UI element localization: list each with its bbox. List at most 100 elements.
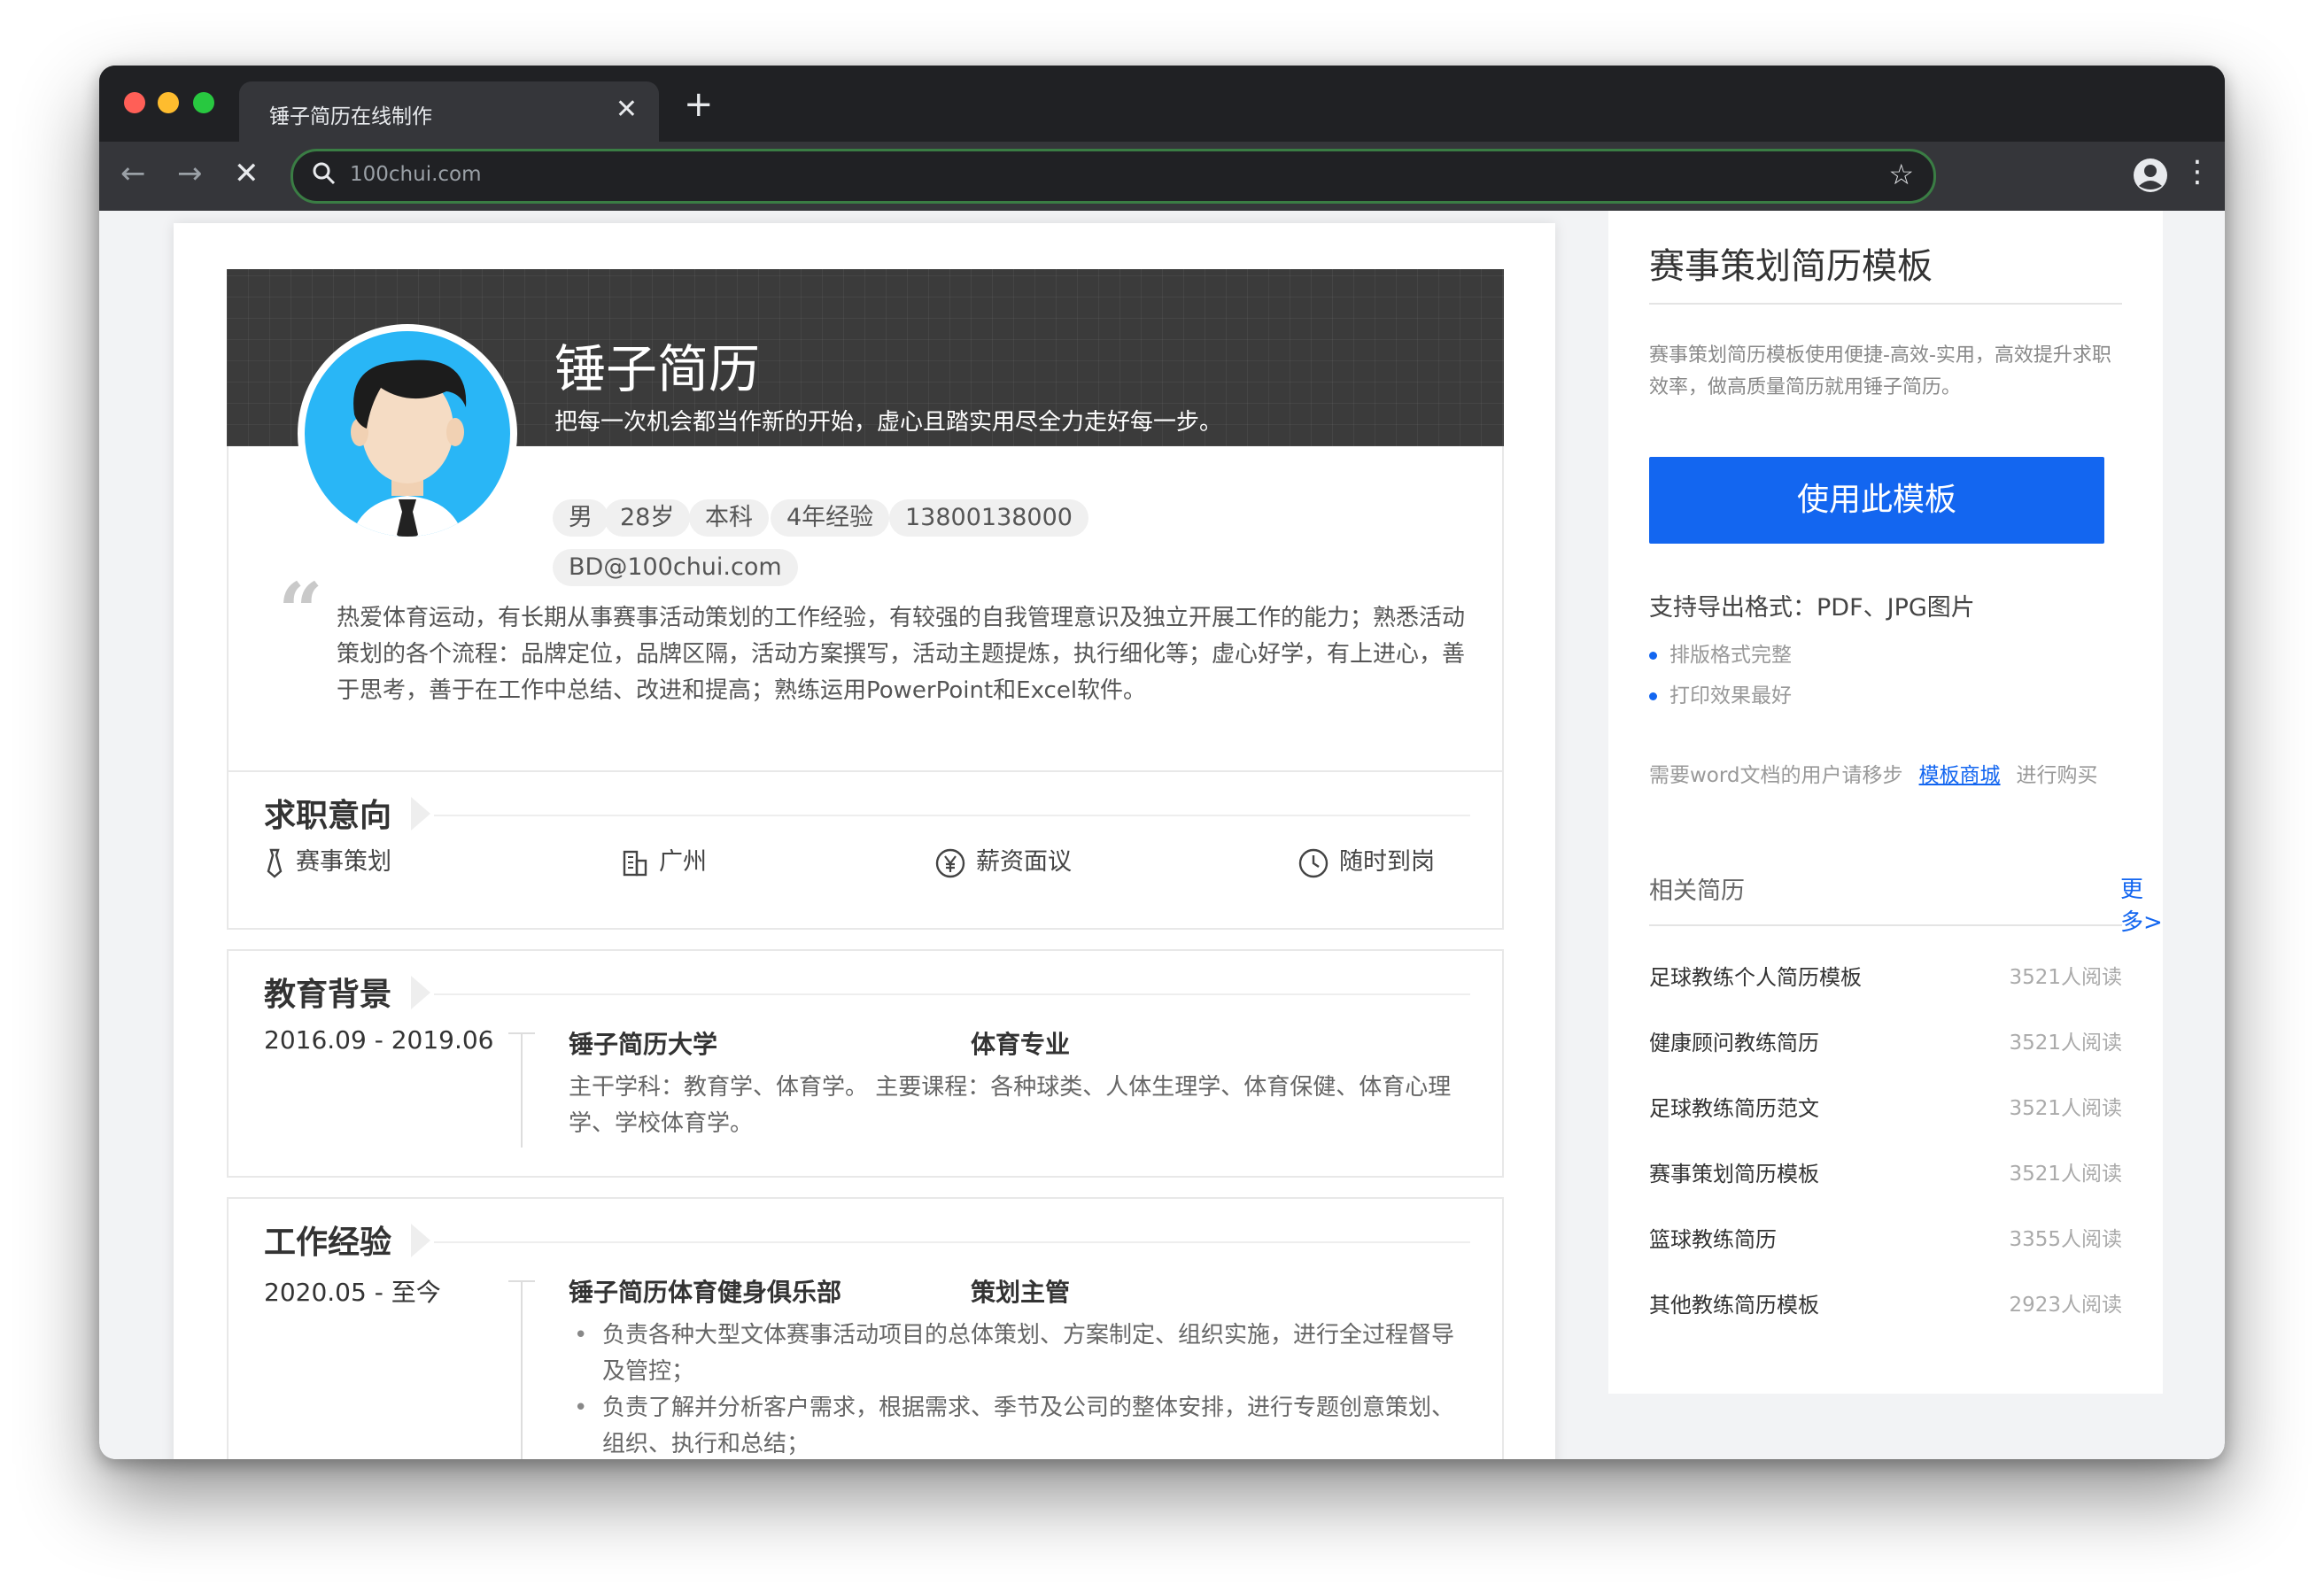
template-mall-link[interactable]: 模板商城 xyxy=(1919,764,2001,787)
minimize-window-button[interactable] xyxy=(158,92,179,113)
related-item[interactable]: 其他教练简历模板 2923人阅读 xyxy=(1649,1287,2122,1323)
related-item-name[interactable]: 健康顾问教练简历 xyxy=(1649,1025,1819,1056)
related-item-reads: 3521人阅读 xyxy=(2009,1097,2122,1120)
tag-phone: 13800138000 xyxy=(889,499,1088,537)
feature-item: 打印效果最好 xyxy=(1649,678,1792,708)
related-item-reads: 3355人阅读 xyxy=(2009,1228,2122,1251)
intent-position-label: 赛事策划 xyxy=(296,848,391,876)
education-dates: 2016.09 - 2019.06 xyxy=(264,1025,494,1055)
section-work: 工作经验 2020.05 - 至今 锤子简历体育健身俱乐部 策划主管 负责各种大… xyxy=(227,1197,1504,1459)
tag-experience: 4年经验 xyxy=(771,499,890,537)
section-title: 工作经验 xyxy=(264,1225,392,1261)
more-link[interactable]: 更多> xyxy=(2120,871,2163,937)
browser-toolbar: ← → ✕ 100chui.com ☆ ⋮ xyxy=(99,142,2225,211)
building-icon xyxy=(623,850,647,876)
timeline-line xyxy=(521,1032,523,1148)
page-viewport: 锤子简历 把每一次机会都当作新的开始，虚心且踏实用尽全力走好每一步。 男 28岁… xyxy=(99,211,2225,1459)
feature-label: 排版格式完整 xyxy=(1669,644,1792,667)
sidebar-divider xyxy=(1649,303,2122,305)
intent-city-label: 广州 xyxy=(659,848,707,876)
browser-tab[interactable]: 锤子简历在线制作 ✕ xyxy=(239,81,659,142)
feature-item: 排版格式完整 xyxy=(1649,638,1792,668)
template-sidebar: 赛事策划简历模板 赛事策划简历模板使用便捷-高效-实用，高效提升求职效率，做高质… xyxy=(1608,211,2163,1394)
feature-label: 打印效果最好 xyxy=(1669,684,1792,707)
tab-close-icon[interactable]: ✕ xyxy=(616,95,638,125)
tag-age: 28岁 xyxy=(604,499,691,537)
related-item[interactable]: 足球教练个人简历模板 3521人阅读 xyxy=(1649,960,2122,995)
resume-motto: 把每一次机会都当作新的开始，虚心且踏实用尽全力走好每一步。 xyxy=(554,409,1223,436)
timeline-tick xyxy=(508,1280,535,1282)
bookmark-star-icon[interactable]: ☆ xyxy=(1888,157,1914,192)
related-item-name[interactable]: 篮球教练简历 xyxy=(1649,1222,1777,1253)
bullet-dot-icon xyxy=(1649,652,1657,660)
word-note-suffix: 进行购买 xyxy=(2016,764,2098,787)
intent-salary-label: 薪资面议 xyxy=(976,848,1072,876)
related-item[interactable]: 赛事策划简历模板 3521人阅读 xyxy=(1649,1156,2122,1192)
clock-icon xyxy=(1298,848,1329,877)
related-item-reads: 3521人阅读 xyxy=(2009,966,2122,989)
yen-icon xyxy=(935,848,965,877)
intent-availability-label: 随时到岗 xyxy=(1339,848,1435,876)
work-bullet: 负责各种大型文体赛事活动项目的总体策划、方案制定、组织实施，进行全过程督导及管控… xyxy=(569,1318,1472,1390)
work-dates: 2020.05 - 至今 xyxy=(264,1278,441,1307)
tab-strip: 锤子简历在线制作 ✕ + xyxy=(99,66,2225,142)
related-item[interactable]: 健康顾问教练简历 3521人阅读 xyxy=(1649,1025,2122,1061)
browser-menu-icon[interactable]: ⋮ xyxy=(2182,154,2212,189)
tag-email: BD@100chui.com xyxy=(553,549,798,586)
work-company: 锤子简历体育健身俱乐部 xyxy=(569,1278,842,1307)
related-item-name[interactable]: 其他教练简历模板 xyxy=(1649,1287,1819,1318)
tag-degree: 本科 xyxy=(689,499,769,537)
browser-window: 锤子简历在线制作 ✕ + ← → ✕ 100chui.com ☆ ⋮ 锤子简历 … xyxy=(99,66,2225,1459)
related-item-reads: 3521人阅读 xyxy=(2009,1032,2122,1055)
export-formats: 支持导出格式：PDF、JPG图片 xyxy=(1649,594,1975,622)
section-divider xyxy=(434,1241,1470,1243)
template-title: 赛事策划简历模板 xyxy=(1649,246,1933,287)
word-doc-note: 需要word文档的用户请移步 模板商城 进行购买 xyxy=(1649,758,2098,788)
timeline-tick xyxy=(508,1032,535,1034)
tie-icon xyxy=(267,848,283,878)
related-item-reads: 3521人阅读 xyxy=(2009,1163,2122,1186)
related-item[interactable]: 足球教练简历范文 3521人阅读 xyxy=(1649,1091,2122,1126)
avatar xyxy=(298,324,517,544)
section-divider xyxy=(434,993,1470,995)
section-title: 教育背景 xyxy=(264,977,392,1013)
maximize-window-button[interactable] xyxy=(193,92,214,113)
new-tab-button[interactable]: + xyxy=(684,87,714,122)
tab-title: 锤子简历在线制作 xyxy=(269,105,432,128)
section-education: 教育背景 2016.09 - 2019.06 锤子简历大学 体育专业 主干学科：… xyxy=(227,949,1504,1178)
resume-name: 锤子简历 xyxy=(554,339,761,399)
related-resumes-title: 相关简历 xyxy=(1649,877,1745,905)
education-major: 体育专业 xyxy=(971,1030,1071,1059)
back-arrow-icon[interactable]: ← xyxy=(120,156,146,191)
work-role: 策划主管 xyxy=(971,1278,1071,1307)
close-window-button[interactable] xyxy=(124,92,145,113)
word-note-text: 需要word文档的用户请移步 xyxy=(1649,764,1903,787)
address-bar[interactable]: 100chui.com ☆ xyxy=(290,149,1936,204)
work-bullets: 负责各种大型文体赛事活动项目的总体策划、方案制定、组织实施，进行全过程督导及管控… xyxy=(569,1318,1472,1459)
related-item-reads: 2923人阅读 xyxy=(2009,1294,2122,1317)
bullet-dot-icon xyxy=(1649,692,1657,700)
section-arrow-icon xyxy=(411,976,430,1009)
intent-city: 广州 xyxy=(622,845,707,880)
related-item-name[interactable]: 赛事策划简历模板 xyxy=(1649,1156,1819,1187)
section-title: 求职意向 xyxy=(264,798,392,834)
profile-avatar-icon[interactable] xyxy=(2133,158,2168,193)
use-template-button[interactable]: 使用此模板 xyxy=(1649,457,2104,544)
template-description: 赛事策划简历模板使用便捷-高效-实用，高效提升求职效率，做高质量简历就用锤子简历… xyxy=(1649,344,2111,398)
stop-loading-icon[interactable]: ✕ xyxy=(234,156,260,191)
intent-salary: 薪资面议 xyxy=(935,845,1072,880)
related-item-name[interactable]: 足球教练简历范文 xyxy=(1649,1091,1819,1122)
intent-availability: 随时到岗 xyxy=(1298,845,1435,880)
section-job-intent: 求职意向 赛事策划 广州 薪资面议 随时到岗 xyxy=(227,770,1504,930)
intent-position: 赛事策划 xyxy=(264,845,391,880)
url-text[interactable]: 100chui.com xyxy=(350,163,482,186)
related-item-name[interactable]: 足球教练个人简历模板 xyxy=(1649,960,1862,991)
section-arrow-icon xyxy=(411,797,430,831)
forward-arrow-icon[interactable]: → xyxy=(177,156,203,191)
quote-mark-icon: “ xyxy=(278,565,323,657)
tag-gender: 男 xyxy=(553,499,608,537)
education-school: 锤子简历大学 xyxy=(569,1030,718,1059)
related-item[interactable]: 篮球教练简历 3355人阅读 xyxy=(1649,1222,2122,1257)
timeline-line xyxy=(521,1280,523,1459)
section-arrow-icon xyxy=(411,1224,430,1257)
